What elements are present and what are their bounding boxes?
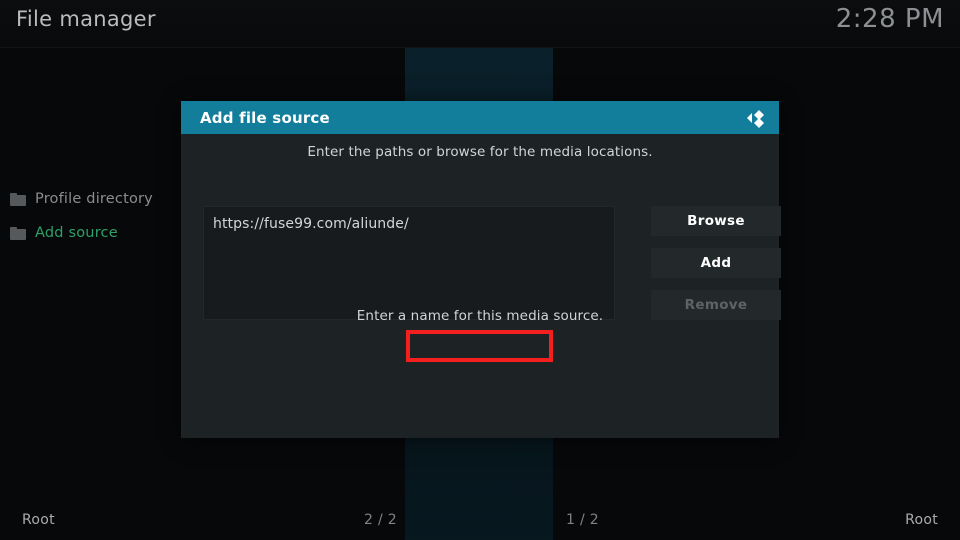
top-bar-separator (0, 47, 960, 48)
sidebar-item-add-source[interactable]: Add source (0, 216, 190, 250)
status-right: Root (905, 512, 938, 528)
add-file-source-dialog: Add file source Enter the paths or brows… (181, 101, 781, 438)
kodi-file-manager-screen: File manager 2:28 PM Profile directory A… (0, 0, 960, 540)
status-left: Root (22, 512, 55, 528)
dialog-body: Enter the paths or browse for the media … (181, 134, 781, 438)
sidebar-item-profile-directory[interactable]: Profile directory (0, 182, 190, 216)
dialog-title: Add file source (200, 108, 330, 127)
status-bar: Root 2 / 2 1 / 2 Root (0, 505, 960, 540)
path-row: https://fuse99.com/aliunde/ Browse Add R… (203, 206, 781, 320)
kodi-logo-icon (744, 107, 766, 129)
paths-hint: Enter the paths or browse for the media … (307, 144, 653, 160)
add-button[interactable]: Add (651, 248, 781, 278)
dialog-header: Add file source (181, 101, 779, 134)
status-middle-right: 1 / 2 (566, 512, 599, 528)
path-list-item[interactable]: https://fuse99.com/aliunde/ (213, 216, 409, 232)
name-hint: Enter a name for this media source. (356, 308, 604, 324)
page-title: File manager (16, 7, 156, 31)
folder-icon (10, 192, 26, 206)
sidebar-list: Profile directory Add source (0, 182, 190, 250)
browse-button[interactable]: Browse (651, 206, 781, 236)
path-list-box[interactable]: https://fuse99.com/aliunde/ (203, 206, 615, 320)
clock: 2:28 PM (835, 4, 944, 34)
folder-icon (10, 226, 26, 240)
sidebar-item-label: Profile directory (35, 191, 153, 207)
sidebar-item-label: Add source (35, 225, 118, 241)
name-hint-wrapper: Enter a name for this media source. (181, 308, 779, 324)
status-middle-left: 2 / 2 (364, 512, 397, 528)
